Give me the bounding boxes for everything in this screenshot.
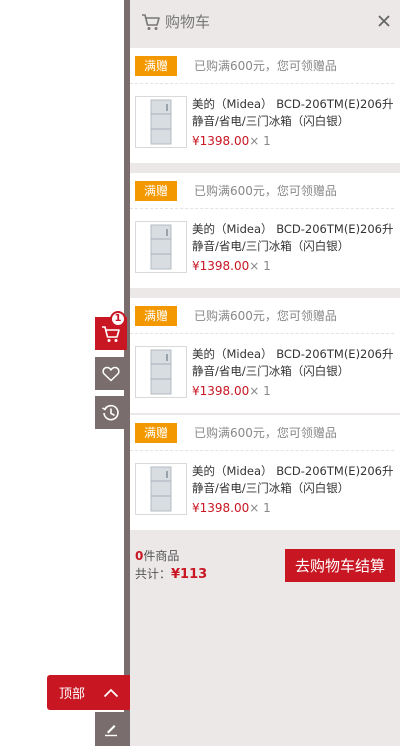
product-thumbnail[interactable] [135,221,187,273]
promo-row: 满赠 已购满600元，您可领赠品 [130,298,394,334]
price-line: ¥1398.00× 1 [192,384,271,398]
cart-count-badge: 1 [110,311,126,327]
toolbar-history-button[interactable] [95,396,127,429]
product-row[interactable]: 美的（Midea） BCD-206TM(E)206升静音/省电/三门冰箱（闪白银… [130,84,400,161]
close-icon[interactable] [377,14,391,28]
item-count-suffix: 件商品 [143,549,180,563]
product-thumbnail[interactable] [135,346,187,398]
promo-text: 已购满600元，您可领赠品 [194,59,337,73]
back-to-top-button[interactable]: 顶部 [47,675,130,710]
cart-icon [142,13,160,30]
page: 1 顶部 购物车 满赠 已购满600元，您可领赠品 美的（Midea） BCD-… [0,0,400,746]
promo-tag: 满赠 [135,55,178,76]
promo-row: 满赠 已购满600元，您可领赠品 [130,48,394,84]
fridge-thumbnail [150,99,172,145]
product-price: ¥1398.00 [192,259,250,273]
toolbar-edit-button[interactable] [95,712,127,746]
cart-item: 满赠 已购满600元，您可领赠品 美的（Midea） BCD-206TM(E)2… [130,48,400,163]
promo-text: 已购满600元，您可领赠品 [194,184,337,198]
total-label: 共计： [135,567,172,581]
history-icon [102,404,119,420]
promo-row: 满赠 已购满600元，您可领赠品 [130,415,394,451]
product-qty: × 1 [249,501,271,515]
product-name[interactable]: 美的（Midea） BCD-206TM(E)206升静音/省电/三门冰箱（闪白银… [192,96,397,130]
product-thumbnail[interactable] [135,463,187,515]
price-line: ¥1398.00× 1 [192,259,271,273]
chevron-up-icon [103,688,119,698]
product-name[interactable]: 美的（Midea） BCD-206TM(E)206升静音/省电/三门冰箱（闪白银… [192,221,397,255]
toolbar-favorites-button[interactable] [95,357,127,390]
price-line: ¥1398.00× 1 [192,501,271,515]
toolbar-cart-button[interactable]: 1 [95,311,127,350]
product-qty: × 1 [249,134,271,148]
fridge-thumbnail [150,224,172,270]
promo-tag: 满赠 [135,305,178,326]
fridge-thumbnail [150,466,172,512]
product-price: ¥1398.00 [192,134,250,148]
product-price: ¥1398.00 [192,501,250,515]
product-qty: × 1 [249,259,271,273]
promo-tag: 满赠 [135,180,178,201]
checkout-button[interactable]: 去购物车结算 [285,549,395,582]
product-qty: × 1 [249,384,271,398]
promo-tag: 满赠 [135,422,178,443]
cart-total: 共计：¥113 [135,565,207,582]
promo-text: 已购满600元，您可领赠品 [194,309,337,323]
cart-summary: 0件商品 共计：¥113 去购物车结算 [130,530,400,590]
product-row[interactable]: 美的（Midea） BCD-206TM(E)206升静音/省电/三门冰箱（闪白银… [130,451,400,528]
fridge-thumbnail [150,349,172,395]
promo-row: 满赠 已购满600元，您可领赠品 [130,173,394,209]
product-thumbnail[interactable] [135,96,187,148]
product-price: ¥1398.00 [192,384,250,398]
cart-item: 满赠 已购满600元，您可领赠品 美的（Midea） BCD-206TM(E)2… [130,415,400,530]
cart-item: 满赠 已购满600元，您可领赠品 美的（Midea） BCD-206TM(E)2… [130,173,400,288]
product-name[interactable]: 美的（Midea） BCD-206TM(E)206升静音/省电/三门冰箱（闪白银… [192,463,397,497]
item-count: 0件商品 [135,547,179,564]
cart-item: 满赠 已购满600元，您可领赠品 美的（Midea） BCD-206TM(E)2… [130,298,400,413]
back-to-top-label: 顶部 [59,687,86,702]
price-line: ¥1398.00× 1 [192,134,271,148]
promo-text: 已购满600元，您可领赠品 [194,426,337,440]
edit-icon [105,725,117,737]
cart-panel-title: 购物车 [165,13,211,31]
product-row[interactable]: 美的（Midea） BCD-206TM(E)206升静音/省电/三门冰箱（闪白银… [130,209,400,286]
product-row[interactable]: 美的（Midea） BCD-206TM(E)206升静音/省电/三门冰箱（闪白银… [130,334,400,411]
cart-icon [102,325,120,342]
product-name[interactable]: 美的（Midea） BCD-206TM(E)206升静音/省电/三门冰箱（闪白银… [192,346,397,380]
total-value: ¥113 [171,567,208,582]
cart-panel: 购物车 满赠 已购满600元，您可领赠品 美的（Midea） BCD-206TM… [130,0,400,746]
cart-panel-header: 购物车 [130,0,400,43]
heart-icon [102,366,120,382]
